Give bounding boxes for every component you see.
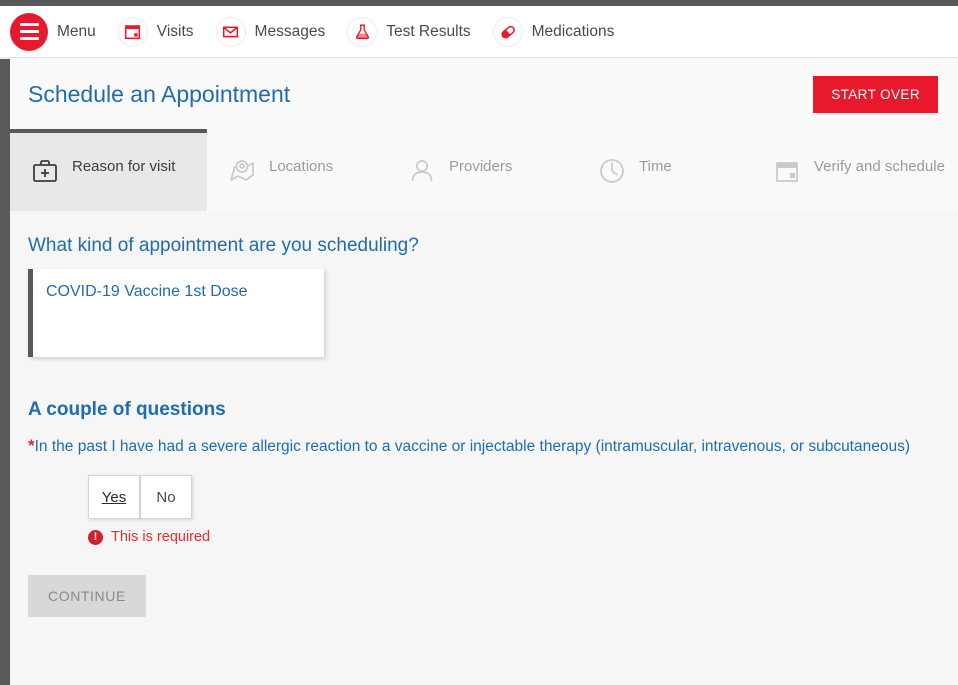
nav-item-label-menu: Menu: [57, 22, 96, 40]
validation-error: ! This is required: [88, 529, 940, 545]
flask-icon: [347, 16, 378, 47]
page-title: Schedule an Appointment: [28, 80, 291, 107]
allergy-question-label: In the past I have had a severe allergic…: [34, 438, 911, 455]
calendar-icon: [117, 16, 148, 47]
error-exclamation-icon: !: [88, 529, 103, 545]
questions-heading: A couple of questions: [28, 399, 226, 420]
left-rail: [0, 59, 10, 685]
pill-icon: [492, 16, 523, 47]
map-pin-icon: [227, 156, 257, 191]
tab-label-verify-and-schedule: Verify and schedule: [814, 158, 945, 175]
allergy-answer-yes-button[interactable]: Yes: [88, 475, 140, 519]
required-asterisk: *: [28, 436, 35, 455]
medical-bag-icon: [30, 156, 60, 191]
step-tabs: Reason for visit Locations Providers Tim…: [10, 129, 958, 211]
clock-icon: [597, 156, 627, 191]
calendar-icon: [772, 156, 802, 191]
tab-label-locations: Locations: [269, 158, 334, 175]
allergy-question-text: *In the past I have had a severe allergi…: [28, 435, 933, 458]
allergy-answer-no-button[interactable]: No: [140, 475, 192, 519]
tab-label-time: Time: [639, 158, 672, 175]
appointment-type-question: What kind of appointment are you schedul…: [28, 235, 419, 256]
nav-item-medications[interactable]: Medications: [492, 16, 615, 47]
tab-providers[interactable]: Providers: [387, 129, 577, 211]
hamburger-icon[interactable]: [10, 12, 48, 51]
page-header: Schedule an Appointment START OVER: [10, 59, 958, 129]
allergy-question-toggle-group: Yes No: [88, 475, 940, 519]
tab-label-reason-for-visit: Reason for visit: [72, 158, 176, 175]
tab-time[interactable]: Time: [577, 129, 752, 211]
envelope-icon: [215, 16, 246, 47]
nav-item-label-medications: Medications: [531, 22, 615, 40]
continue-button[interactable]: CONTINUE: [28, 575, 146, 617]
nav-item-menu[interactable]: Menu: [10, 12, 96, 51]
nav-item-label-messages: Messages: [254, 22, 326, 40]
tab-locations[interactable]: Locations: [207, 129, 387, 211]
tab-label-providers: Providers: [449, 158, 513, 175]
main-content: What kind of appointment are you schedul…: [10, 211, 958, 685]
nav-item-test-results[interactable]: Test Results: [347, 16, 471, 47]
person-icon: [407, 156, 437, 191]
start-over-button[interactable]: START OVER: [813, 75, 938, 113]
nav-item-label-test-results: Test Results: [386, 22, 471, 40]
tab-reason-for-visit[interactable]: Reason for visit: [10, 129, 207, 211]
nav-item-label-visits: Visits: [156, 22, 194, 40]
top-navigation-bar: Menu Visits Messages Test Results Medica…: [0, 6, 958, 58]
appointment-type-card[interactable]: COVID-19 Vaccine 1st Dose: [28, 269, 324, 357]
nav-item-messages[interactable]: Messages: [215, 16, 326, 47]
nav-item-visits[interactable]: Visits: [117, 16, 194, 47]
appointment-type-card-label: COVID-19 Vaccine 1st Dose: [46, 283, 248, 300]
tab-verify-and-schedule[interactable]: Verify and schedule: [752, 129, 958, 211]
validation-error-text: This is required: [111, 529, 211, 545]
